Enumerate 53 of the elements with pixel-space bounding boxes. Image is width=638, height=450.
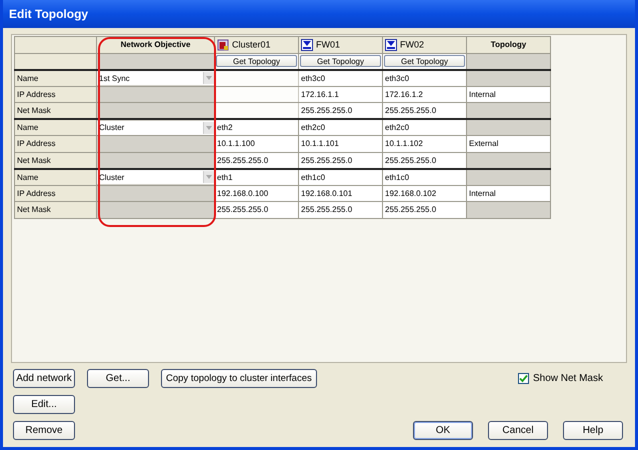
get-topology-button[interactable]: Get Topology bbox=[384, 55, 465, 67]
row-label: IP Address bbox=[14, 136, 96, 152]
table-cell: External bbox=[466, 136, 550, 152]
show-net-mask-checkbox[interactable]: Show Net Mask bbox=[518, 373, 603, 384]
action-button[interactable]: Get... bbox=[87, 369, 149, 388]
row-label: Name bbox=[14, 168, 96, 185]
row-label: Net Mask bbox=[14, 202, 96, 218]
table-cell: eth2c0 bbox=[382, 119, 466, 136]
cluster-icon bbox=[217, 38, 229, 51]
dialog-button[interactable]: Help bbox=[563, 421, 623, 440]
column-header: Topology bbox=[466, 36, 550, 53]
table-cell: 10.1.1.100 bbox=[214, 136, 298, 152]
firewall-icon bbox=[385, 38, 397, 51]
row-label: IP Address bbox=[14, 185, 96, 202]
action-button[interactable]: Add network bbox=[13, 369, 75, 388]
row-label: Name bbox=[14, 119, 96, 136]
table-cell: eth2 bbox=[214, 119, 298, 136]
firewall-icon bbox=[301, 38, 313, 51]
dialog-button[interactable]: Cancel bbox=[488, 421, 548, 440]
window-title: Edit Topology bbox=[9, 7, 88, 21]
get-topology-button[interactable]: Get Topology bbox=[300, 55, 381, 67]
action-button[interactable]: Remove bbox=[13, 421, 75, 440]
table-cell: eth2c0 bbox=[298, 119, 382, 136]
row-label: Name bbox=[14, 70, 96, 86]
table-cell: eth3c0 bbox=[298, 70, 382, 86]
table-cell: 172.16.1.1 bbox=[298, 86, 382, 102]
table-cell: eth1c0 bbox=[382, 168, 466, 185]
table-cell: 172.16.1.2 bbox=[382, 86, 466, 102]
table-cell: 10.1.1.102 bbox=[382, 136, 466, 152]
table-cell: 192.168.0.101 bbox=[298, 185, 382, 202]
table-cell: eth1 bbox=[214, 168, 298, 185]
get-topology-button[interactable]: Get Topology bbox=[216, 55, 297, 67]
objective-dropdown[interactable]: Cluster bbox=[97, 120, 214, 134]
column-header: FW01 bbox=[316, 39, 340, 50]
table-cell: 255.255.255.0 bbox=[298, 202, 382, 218]
table-cell: Internal bbox=[466, 185, 550, 202]
table-cell: Internal bbox=[466, 86, 550, 102]
objective-dropdown[interactable]: Cluster bbox=[97, 170, 214, 184]
checkbox[interactable] bbox=[518, 373, 529, 384]
table-cell: 192.168.0.102 bbox=[382, 185, 466, 202]
column-header: Cluster01 bbox=[232, 39, 271, 50]
action-button[interactable]: Edit... bbox=[13, 395, 75, 414]
table-cell: 192.168.0.100 bbox=[214, 185, 298, 202]
table-cell: eth1c0 bbox=[298, 168, 382, 185]
objective-dropdown[interactable]: 1st Sync bbox=[97, 71, 214, 85]
action-button[interactable]: Copy topology to cluster interfaces bbox=[161, 369, 317, 388]
row-label: IP Address bbox=[14, 86, 96, 102]
table-cell: 255.255.255.0 bbox=[214, 202, 298, 218]
column-header: FW02 bbox=[400, 39, 424, 50]
table-cell: 10.1.1.101 bbox=[298, 136, 382, 152]
table-cell: 255.255.255.0 bbox=[382, 202, 466, 218]
table-cell: eth3c0 bbox=[382, 70, 466, 86]
dialog-button[interactable]: OK bbox=[413, 421, 473, 440]
